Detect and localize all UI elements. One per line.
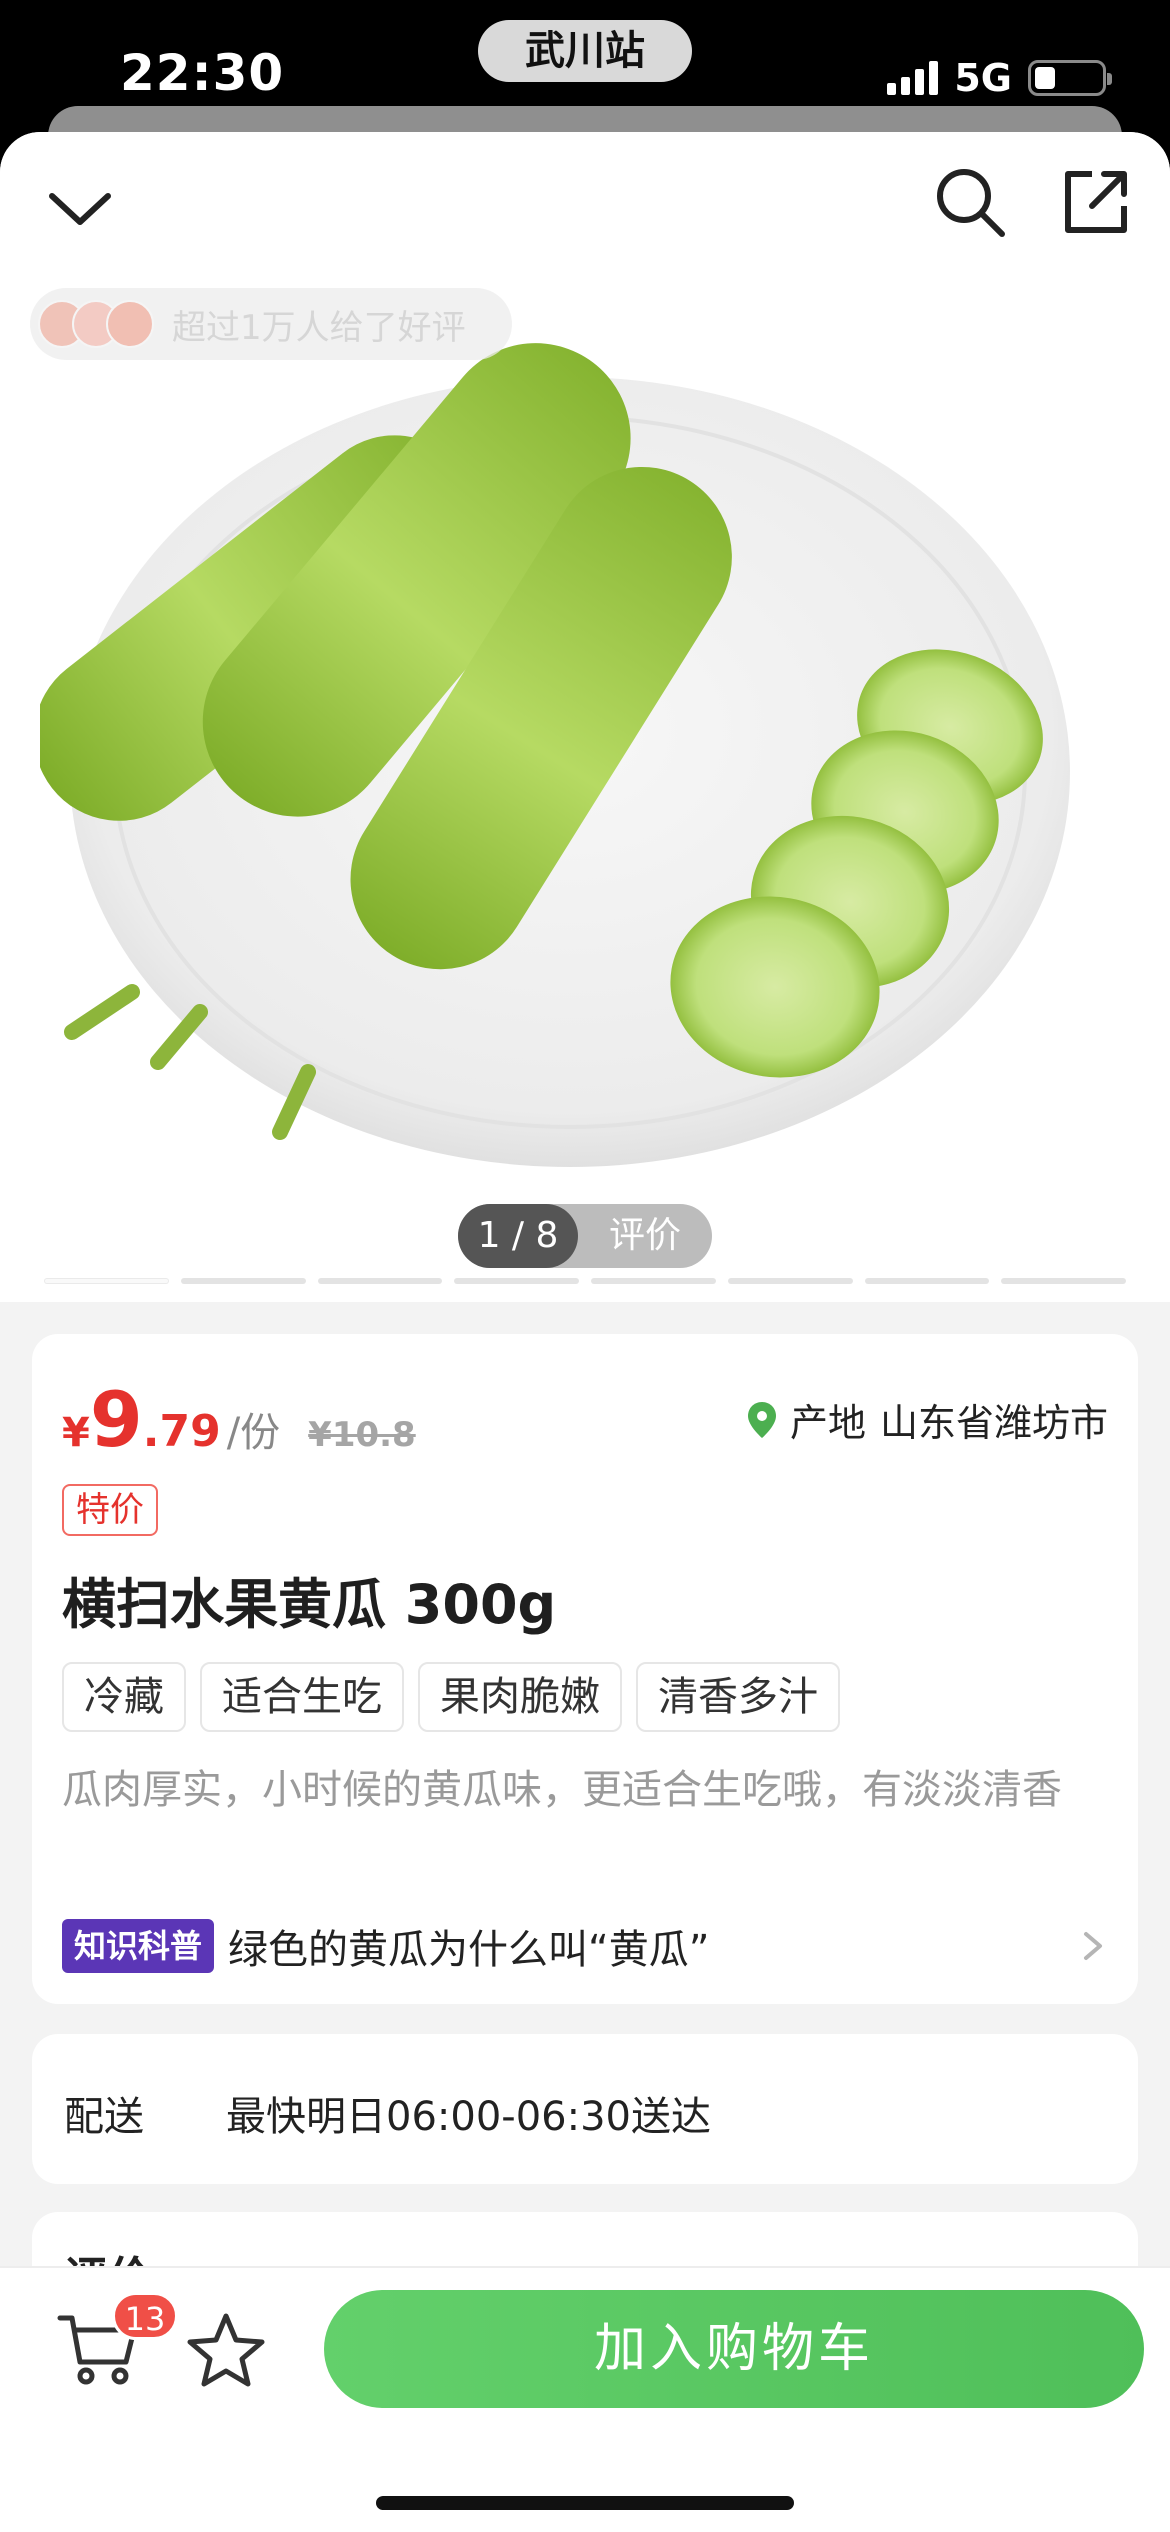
carousel-segment [180,1278,306,1284]
carousel-segment [454,1278,579,1284]
knowledge-text: 绿色的黄瓜为什么叫“黄瓜” [228,1927,710,1973]
station-pill[interactable]: 武川站 [478,20,692,82]
delivery-card: 配送 最快明日06:00-06:30送达 [32,2034,1138,2184]
chevron-down-icon[interactable] [44,172,116,244]
chevron-right-icon [1084,1932,1102,1960]
pager-count: 1 / 8 [458,1204,578,1268]
reviewer-avatars [38,296,158,352]
carousel-segment [591,1278,716,1284]
product-description: 瓜肉厚实，小时候的黄瓜味，更适合生吃哦，有淡淡清香 [62,1767,1062,1813]
origin: 产地 山东省潍坊市 [747,1392,1108,1447]
delivery-label: 配送 [64,2094,144,2140]
price-currency: ¥ [62,1410,90,1456]
product-title: 横扫水果黄瓜 300g [62,1573,557,1636]
product-tag: 清香多汁 [636,1662,840,1732]
home-indicator[interactable] [376,2496,794,2510]
carousel-segment [1001,1278,1126,1284]
carousel-segment [317,1278,443,1284]
knowledge-badge: 知识科普 [62,1919,215,1973]
add-to-cart-button[interactable]: 加入购物车 [324,2290,1144,2408]
product-tag: 适合生吃 [200,1662,404,1732]
special-price-tag: 特价 [62,1484,158,1536]
price-decimal: .79 [142,1406,221,1457]
carousel-segment [44,1278,169,1284]
origin-label: 产地 [789,1401,866,1445]
carousel-pager[interactable]: 1 / 8 评价 [458,1204,712,1268]
cart-count-badge: 13 [112,2292,178,2340]
bottom-action-bar: 13 加入购物车 [0,2266,1170,2532]
price-integer: 9 [89,1375,143,1464]
product-info-card: ¥ 9 .79 /份 ¥10.8 产地 山东省潍坊市 特价 横扫水果黄瓜 300… [32,1334,1138,2004]
product-tags: 冷藏 适合生吃 果肉脆嫩 清香多汁 [62,1662,840,1732]
product-sheet: 超过1万人给了好评 1 / 8 评价 ¥ 9 .79 /份 ¥10.8 产地 山… [0,132,1170,2532]
review-banner[interactable]: 超过1万人给了好评 [30,288,512,360]
network-type: 5G [954,56,1012,100]
product-tag: 冷藏 [62,1662,186,1732]
product-image [40,343,1070,1167]
signal-icon [887,61,939,95]
original-price: ¥10.8 [308,1415,416,1455]
delivery-time: 最快明日06:00-06:30送达 [226,2094,711,2140]
location-pin-icon [747,1401,776,1438]
carousel-segment [864,1278,990,1284]
search-icon[interactable] [930,162,1010,242]
status-time: 22:30 [120,44,285,102]
star-icon[interactable] [186,2310,266,2390]
share-icon[interactable] [1058,164,1134,240]
product-tag: 果肉脆嫩 [418,1662,622,1732]
knowledge-link[interactable]: 知识科普 绿色的黄瓜为什么叫“黄瓜” [62,1916,1108,1976]
price: ¥ 9 .79 /份 ¥10.8 [62,1382,416,1458]
carousel-segment [727,1278,853,1284]
product-image-carousel[interactable]: 超过1万人给了好评 1 / 8 评价 [0,132,1170,1302]
origin-value: 山东省潍坊市 [879,1401,1108,1445]
status-indicators: 5G [887,56,1112,100]
pager-review-tab[interactable]: 评价 [590,1204,700,1268]
battery-icon [1028,60,1112,96]
carousel-progress [44,1278,1126,1284]
review-banner-text: 超过1万人给了好评 [172,307,466,348]
price-unit: /份 [226,1410,281,1456]
